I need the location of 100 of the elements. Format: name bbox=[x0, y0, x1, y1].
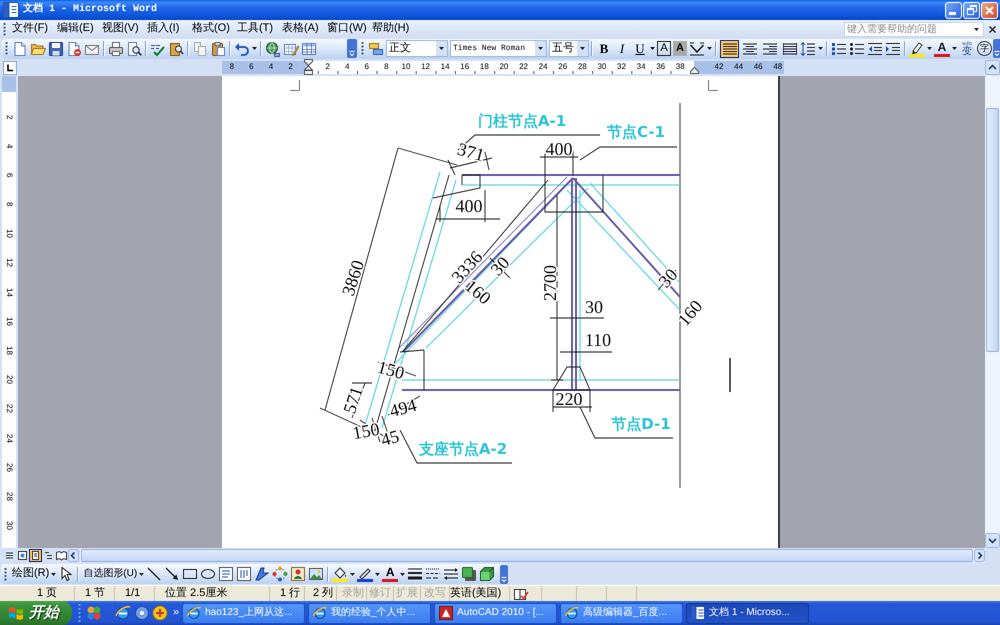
font-size-dropdown[interactable]: 五号 bbox=[549, 40, 589, 57]
enclose-characters-button[interactable]: 字 bbox=[977, 41, 992, 56]
grip-icon[interactable] bbox=[361, 42, 364, 55]
butterfly-icon[interactable] bbox=[86, 605, 102, 621]
taskbar-button[interactable]: 文档 1 - Microso... bbox=[686, 602, 810, 624]
bullet-list-icon[interactable] bbox=[849, 40, 865, 56]
font-dropdown[interactable]: Times New Roman bbox=[450, 40, 547, 57]
increase-indent-icon[interactable] bbox=[885, 40, 901, 56]
line-color-icon[interactable] bbox=[357, 566, 374, 582]
table-grid-icon[interactable] bbox=[301, 40, 317, 56]
toolbar-options-icon[interactable] bbox=[347, 39, 357, 58]
menu-item[interactable]: 视图(V) bbox=[99, 22, 144, 36]
scroll-right-icon[interactable] bbox=[974, 549, 985, 562]
line-style-icon[interactable] bbox=[407, 566, 424, 582]
caret-icon[interactable] bbox=[952, 47, 957, 50]
printer-icon[interactable] bbox=[108, 40, 124, 56]
grip-icon[interactable] bbox=[78, 604, 81, 622]
start-button[interactable]: 开始 bbox=[0, 601, 72, 625]
menu-item[interactable]: 编辑(E) bbox=[54, 22, 99, 36]
scrollbar-thumb[interactable] bbox=[81, 549, 973, 562]
indent-marker-icon[interactable] bbox=[690, 67, 698, 74]
left-tab-icon[interactable] bbox=[3, 60, 17, 74]
browser-icon[interactable] bbox=[115, 605, 131, 621]
caret-icon[interactable] bbox=[577, 41, 588, 56]
clipboard-icon[interactable] bbox=[210, 40, 226, 56]
scroll-down-icon[interactable] bbox=[985, 533, 1000, 548]
menu-item[interactable]: 格式(O) bbox=[189, 22, 234, 36]
caret-icon[interactable] bbox=[436, 41, 447, 56]
character-shading-button[interactable]: A bbox=[673, 41, 687, 56]
undo-icon[interactable] bbox=[234, 40, 250, 56]
book-search-icon[interactable] bbox=[168, 40, 184, 56]
indent-marker-icon[interactable] bbox=[304, 59, 312, 75]
decrease-indent-icon[interactable] bbox=[867, 40, 883, 56]
grip-icon[interactable] bbox=[3, 22, 6, 36]
highlighter-icon[interactable] bbox=[909, 40, 925, 56]
oval-icon[interactable] bbox=[200, 566, 216, 582]
caret-icon[interactable] bbox=[139, 572, 144, 576]
diagram-icon[interactable] bbox=[272, 566, 288, 582]
grip-icon[interactable] bbox=[5, 42, 8, 55]
toolbar-options-icon[interactable] bbox=[993, 39, 1000, 58]
numbered-list-icon[interactable] bbox=[831, 40, 847, 56]
underline-button[interactable]: U bbox=[632, 40, 648, 56]
picture-icon[interactable] bbox=[308, 566, 324, 582]
menu-item[interactable]: 帮助(H) bbox=[369, 22, 414, 36]
character-scale-icon[interactable] bbox=[689, 40, 705, 56]
arrow-icon[interactable] bbox=[164, 566, 180, 582]
caret-icon[interactable] bbox=[818, 47, 823, 50]
restore-button[interactable] bbox=[963, 2, 980, 18]
vertical-text-box-icon[interactable] bbox=[236, 566, 252, 582]
reading-view-icon[interactable] bbox=[55, 549, 68, 562]
caret-icon[interactable] bbox=[51, 572, 56, 576]
book-check-icon[interactable] bbox=[513, 586, 529, 600]
caret-icon[interactable] bbox=[350, 572, 356, 576]
style-dropdown[interactable]: 正文 bbox=[386, 40, 448, 57]
outline-view-icon[interactable] bbox=[42, 549, 55, 562]
caret-icon[interactable] bbox=[535, 41, 546, 56]
print-preview-icon[interactable] bbox=[126, 40, 142, 56]
grip-icon[interactable] bbox=[4, 568, 7, 580]
menu-item[interactable]: 插入(I) bbox=[144, 22, 189, 36]
rectangle-icon[interactable] bbox=[182, 566, 198, 582]
character-border-button[interactable]: A bbox=[657, 41, 671, 56]
plus-circle-icon[interactable] bbox=[152, 605, 168, 621]
caret-icon[interactable] bbox=[927, 47, 932, 50]
menu-item[interactable]: 表格(A) bbox=[279, 22, 324, 36]
page-no-entry-icon[interactable] bbox=[66, 40, 82, 56]
text-box-icon[interactable] bbox=[218, 566, 234, 582]
minimize-button[interactable] bbox=[945, 2, 962, 18]
bold-button[interactable]: B bbox=[596, 40, 612, 56]
wordart-icon[interactable] bbox=[254, 566, 270, 582]
justify-button[interactable] bbox=[720, 40, 739, 58]
scroll-left-icon[interactable] bbox=[68, 549, 79, 562]
caret-icon[interactable] bbox=[650, 47, 655, 50]
scrollbar-thumb[interactable] bbox=[986, 108, 999, 352]
more-button[interactable]: » bbox=[173, 606, 180, 620]
draw-menu[interactable]: 绘图(R) bbox=[12, 567, 50, 581]
save-icon[interactable] bbox=[48, 40, 64, 56]
clip-art-icon[interactable] bbox=[290, 566, 306, 582]
close-icon[interactable] bbox=[989, 26, 996, 32]
close-button[interactable] bbox=[981, 2, 998, 18]
caret-icon[interactable] bbox=[252, 47, 257, 50]
shadow-icon[interactable] bbox=[461, 566, 478, 582]
toolbar-options-icon[interactable] bbox=[500, 564, 508, 584]
font-color-button[interactable]: A bbox=[382, 566, 398, 582]
caret-icon[interactable] bbox=[974, 28, 979, 30]
arrow-style-icon[interactable] bbox=[443, 566, 460, 582]
help-search-field[interactable]: 键入需要帮助的问题 bbox=[844, 22, 984, 36]
web-view-icon[interactable] bbox=[16, 549, 29, 562]
line-icon[interactable] bbox=[146, 566, 162, 582]
autoshapes-menu[interactable]: 自选图形(U) bbox=[83, 568, 138, 580]
menu-item[interactable]: 工具(T) bbox=[234, 22, 279, 36]
menu-item[interactable]: 窗口(W) bbox=[324, 22, 369, 36]
caret-icon[interactable] bbox=[375, 572, 380, 576]
caret-icon[interactable] bbox=[400, 572, 406, 576]
fill-bucket-icon[interactable] bbox=[332, 566, 348, 582]
scroll-up-icon[interactable] bbox=[985, 60, 1000, 75]
italic-button[interactable]: I bbox=[614, 40, 630, 56]
new-page-icon[interactable] bbox=[12, 40, 28, 56]
print-layout-icon[interactable] bbox=[29, 549, 42, 562]
styles-icon[interactable] bbox=[368, 40, 384, 56]
line-spacing-icon[interactable] bbox=[800, 40, 816, 56]
